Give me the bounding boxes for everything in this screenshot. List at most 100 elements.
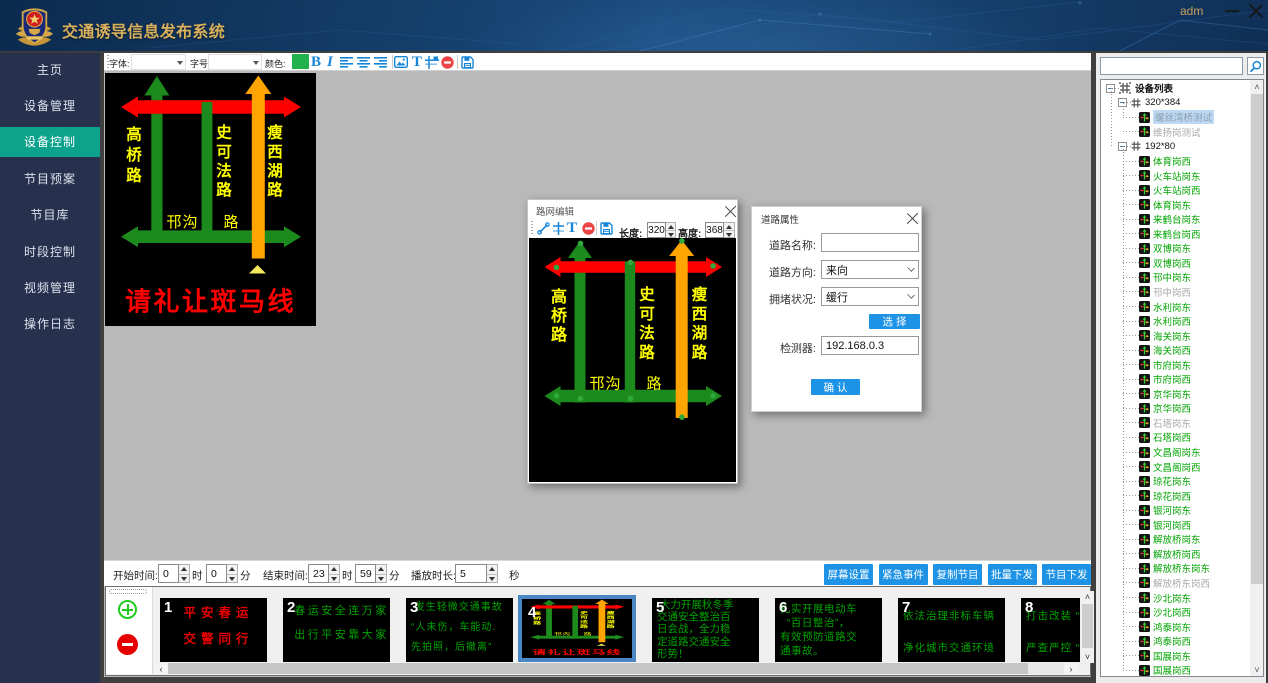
start-minute-value[interactable]: 0 xyxy=(206,564,227,583)
add-program-button[interactable] xyxy=(118,600,137,619)
sidebar-item-device-control[interactable]: 设备控制 xyxy=(0,127,100,157)
end-minute-spinner[interactable]: 59 xyxy=(355,564,387,583)
text-tool-button[interactable]: T xyxy=(567,219,577,237)
spinner-arrows[interactable] xyxy=(487,564,498,583)
action-button-0[interactable]: 屏幕设置 xyxy=(824,564,873,585)
jam-status-select[interactable]: 缓行 xyxy=(821,287,919,306)
start-hour-spinner[interactable]: 0 xyxy=(158,564,190,583)
tree-vertical-scrollbar[interactable]: ˄ ˅ xyxy=(1250,80,1264,676)
scrollbar-thumb[interactable] xyxy=(1082,604,1093,648)
minimize-icon[interactable] xyxy=(1225,10,1239,12)
action-button-2[interactable]: 复制节目 xyxy=(933,564,982,585)
roadnet-edit-canvas[interactable]: 高桥路史可法路瘦西湖路邗沟路 xyxy=(529,238,736,482)
close-icon[interactable] xyxy=(1248,3,1263,18)
spinner-arrows[interactable] xyxy=(179,564,190,583)
end-minute-value[interactable]: 59 xyxy=(355,564,376,583)
select-button[interactable]: 选 择 xyxy=(869,314,920,329)
sidebar-item-home[interactable]: 主页 xyxy=(0,54,100,84)
device-search-input[interactable] xyxy=(1100,57,1243,75)
tree-root[interactable]: 设备列表 xyxy=(1101,81,1249,96)
props-close-icon[interactable] xyxy=(907,212,919,224)
stop-tool-button[interactable] xyxy=(582,219,595,237)
duration-spinner[interactable]: 5 xyxy=(455,564,498,583)
program-thumbnail-2[interactable]: 春运安全连万家出行平安靠大家2 xyxy=(283,598,390,662)
draw-road-button[interactable] xyxy=(537,219,550,237)
align-left-button[interactable] xyxy=(340,53,353,71)
length-spinner[interactable]: 320 xyxy=(647,222,676,238)
sidebar-item-program-library[interactable]: 节目库 xyxy=(0,200,100,230)
action-button-1[interactable]: 紧急事件 xyxy=(879,564,928,585)
thumbnails-horizontal-scrollbar[interactable]: ‹ › xyxy=(154,663,1078,674)
program-thumbnail-5[interactable]: 大力开展秋冬季交通安全整治百日会战，全力稳定道路交通安全形势！5 xyxy=(652,598,759,662)
action-button-4[interactable]: 节目下发 xyxy=(1042,564,1091,585)
sidebar-item-video-management[interactable]: 视频管理 xyxy=(0,272,100,302)
sidebar-item-program-plan[interactable]: 节目预案 xyxy=(0,163,100,193)
bold-button[interactable]: B xyxy=(311,53,321,71)
insert-image-button[interactable] xyxy=(394,53,408,71)
save-button[interactable] xyxy=(600,219,613,237)
sidebar-item-operation-log[interactable]: 操作日志 xyxy=(0,309,100,339)
road-tool-button[interactable] xyxy=(425,53,439,71)
align-right-button[interactable] xyxy=(374,53,387,71)
font-family-select[interactable] xyxy=(131,54,186,70)
save-button[interactable] xyxy=(461,53,474,71)
confirm-button[interactable]: 确 认 xyxy=(811,379,860,395)
toolbar-grip[interactable] xyxy=(531,221,533,235)
tree-guide-dash xyxy=(1123,350,1139,351)
italic-button[interactable]: I xyxy=(327,53,333,71)
length-value[interactable]: 320 xyxy=(647,222,666,238)
scroll-right-icon[interactable]: › xyxy=(1064,663,1078,674)
spinner-arrows[interactable] xyxy=(329,564,340,583)
height-value[interactable]: 368 xyxy=(705,222,724,238)
scroll-up-icon[interactable]: ˄ xyxy=(1250,80,1264,93)
action-button-3[interactable]: 批量下发 xyxy=(988,564,1037,585)
stop-tool-button[interactable] xyxy=(441,53,454,71)
scrollbar-thumb[interactable] xyxy=(1251,94,1263,584)
road-name-input[interactable] xyxy=(821,233,919,252)
scroll-left-icon[interactable]: ‹ xyxy=(154,663,168,674)
delete-program-button[interactable] xyxy=(117,634,138,655)
roadnet-close-icon[interactable] xyxy=(725,205,737,217)
color-swatch[interactable] xyxy=(292,54,309,69)
detector-input[interactable]: 192.168.0.3 xyxy=(821,336,919,355)
sidebar-item-time-control[interactable]: 时段控制 xyxy=(0,236,100,266)
scroll-down-icon[interactable]: ˅ xyxy=(1081,651,1094,663)
scroll-up-icon[interactable]: ˄ xyxy=(1081,591,1094,603)
program-text-line: 出行平安靠大家 xyxy=(293,623,390,647)
led-screen-canvas[interactable]: 高桥路史可法路瘦西湖路邗沟路请礼让斑马线 xyxy=(105,73,316,326)
program-list-panel: 平安春运交警同行1春运安全连万家出行平安靠大家2 发生轻微交通事故“人未伤，车能… xyxy=(105,586,1091,676)
program-number: 8 xyxy=(1025,599,1033,616)
spinner-arrows[interactable] xyxy=(376,564,387,583)
start-hour-value[interactable]: 0 xyxy=(158,564,179,583)
program-thumbnail-8[interactable]: 打击改装 “炸严查严控 “机8 xyxy=(1021,598,1080,662)
road-direction-select[interactable]: 来向 xyxy=(821,260,919,279)
panel-grip[interactable] xyxy=(109,589,147,594)
font-size-select[interactable] xyxy=(208,54,262,70)
tree-device-label: 市府岗西 xyxy=(1153,372,1191,386)
align-center-button[interactable] xyxy=(357,53,370,71)
scroll-down-icon[interactable]: ˅ xyxy=(1250,663,1264,676)
device-search-button[interactable] xyxy=(1247,57,1264,75)
program-thumbnail-3[interactable]: 发生轻微交通事故“人未伤，车能动.先拍照，后撤离”3 xyxy=(406,598,513,662)
scrollbar-thumb[interactable] xyxy=(168,663,1028,674)
sidebar-item-device-management[interactable]: 设备管理 xyxy=(0,90,100,120)
program-thumbnail-7[interactable]: 依法治理非标车辆净化城市交通环境7 xyxy=(898,598,1005,662)
start-minute-spinner[interactable]: 0 xyxy=(206,564,238,583)
tree-device-item[interactable]: 维扬岗测试 xyxy=(1101,125,1249,140)
tree-guide-dash xyxy=(1123,277,1139,278)
program-thumbnail-4[interactable]: 高桥路史可法路瘦西湖路邗沟路请礼让斑马线4 xyxy=(518,595,636,662)
program-thumbnail-1[interactable]: 平安春运交警同行1 xyxy=(160,598,267,662)
duration-value[interactable]: 5 xyxy=(455,564,487,583)
spinner-arrows[interactable] xyxy=(227,564,238,583)
sidebar-menu: 主页设备管理设备控制节目预案节目库时段控制视频管理操作日志 xyxy=(0,53,100,683)
end-hour-value[interactable]: 23 xyxy=(308,564,329,583)
height-spinner[interactable]: 368 xyxy=(705,222,735,238)
crossing-tool-button[interactable] xyxy=(553,219,564,237)
spinner-arrows[interactable] xyxy=(666,222,676,238)
tree-device-label: 琼花岗东 xyxy=(1153,474,1191,488)
end-hour-spinner[interactable]: 23 xyxy=(308,564,340,583)
text-tool-button[interactable]: T xyxy=(412,53,422,71)
spinner-arrows[interactable] xyxy=(724,222,735,238)
thumbnails-vertical-scrollbar[interactable]: ˄ ˅ xyxy=(1081,591,1094,663)
program-thumbnail-6[interactable]: 扎实开展电动车 “百日整治”，有效预防道路交通事故。6 xyxy=(775,598,882,662)
